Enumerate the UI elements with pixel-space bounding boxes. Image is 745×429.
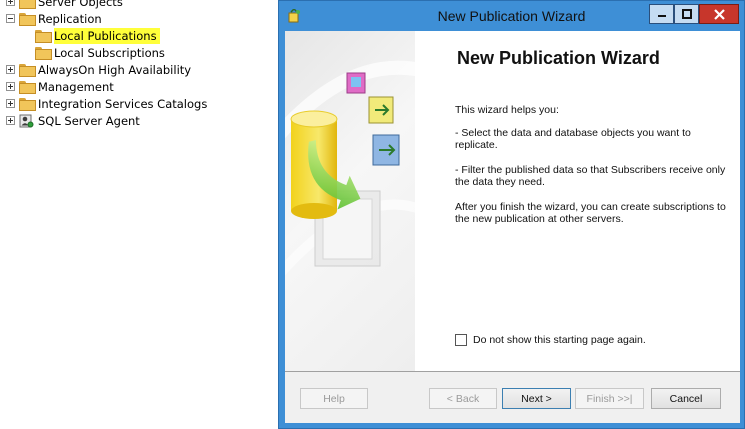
expand-icon[interactable] <box>6 65 15 74</box>
tree-item-label: Integration Services Catalogs <box>38 96 208 111</box>
expand-icon[interactable] <box>6 82 15 91</box>
folder-icon <box>19 98 36 111</box>
close-icon <box>713 8 725 20</box>
tree-item-alwayson[interactable]: AlwaysOn High Availability <box>6 61 191 78</box>
tree-item-management[interactable]: Management <box>6 78 114 95</box>
help-button[interactable]: Help <box>300 388 368 409</box>
close-button[interactable] <box>699 4 739 24</box>
folder-icon <box>35 47 52 60</box>
cancel-button[interactable]: Cancel <box>651 388 721 409</box>
wizard-illustration <box>285 31 415 371</box>
maximize-button[interactable] <box>674 4 699 24</box>
minimize-button[interactable] <box>649 4 674 24</box>
tree-item-label: AlwaysOn High Availability <box>38 62 192 77</box>
tree-item-local-publications[interactable]: Local Publications <box>35 27 160 44</box>
dont-show-again-checkbox[interactable]: Do not show this starting page again. <box>455 334 646 346</box>
sql-agent-icon <box>19 114 34 128</box>
tree-item-label: Server Objects <box>38 0 123 9</box>
object-explorer-tree: Server Objects Replication Local Publica… <box>0 0 260 429</box>
folder-icon <box>19 81 36 94</box>
tree-item-integration-services[interactable]: Integration Services Catalogs <box>6 95 207 112</box>
bullet-select-data: - Select the data and database objects y… <box>455 127 691 151</box>
intro-text: This wizard helps you: <box>455 104 559 116</box>
tree-item-label: Replication <box>38 11 102 26</box>
wizard-content: New Publication Wizard This wizard helps… <box>415 31 740 371</box>
checkbox-label: Do not show this starting page again. <box>473 334 646 346</box>
wizard-client-area: New Publication Wizard This wizard helps… <box>285 31 740 423</box>
new-publication-wizard-window: New Publication Wizard New Publication W… <box>278 0 745 429</box>
checkbox-box[interactable] <box>455 334 467 346</box>
next-button[interactable]: Next > <box>502 388 571 409</box>
expand-icon[interactable] <box>6 99 15 108</box>
tree-item-local-subscriptions[interactable]: Local Subscriptions <box>35 44 165 61</box>
finish-button[interactable]: Finish >>| <box>575 388 644 409</box>
tree-item-label: Local Publications <box>54 27 160 44</box>
title-bar[interactable]: New Publication Wizard <box>279 1 744 31</box>
folder-icon <box>19 0 36 9</box>
tree-item-label: Management <box>38 79 114 94</box>
tree-item-replication[interactable]: Replication <box>6 10 102 27</box>
back-button[interactable]: < Back <box>429 388 497 409</box>
tree-item-server-objects[interactable]: Server Objects <box>6 0 123 10</box>
bullet-filter-data: - Filter the published data so that Subs… <box>455 164 726 188</box>
folder-icon <box>19 13 36 26</box>
wizard-heading: New Publication Wizard <box>457 48 660 68</box>
footer-separator <box>285 371 740 372</box>
expand-icon[interactable] <box>6 116 15 125</box>
folder-icon <box>35 30 52 43</box>
tree-item-label: SQL Server Agent <box>38 113 140 128</box>
expand-icon[interactable] <box>6 0 15 6</box>
tree-item-sql-server-agent[interactable]: SQL Server Agent <box>6 112 140 129</box>
tree-item-label: Local Subscriptions <box>54 45 165 60</box>
folder-icon <box>19 64 36 77</box>
collapse-icon[interactable] <box>6 14 15 23</box>
closing-text: After you finish the wizard, you can cre… <box>455 201 726 225</box>
